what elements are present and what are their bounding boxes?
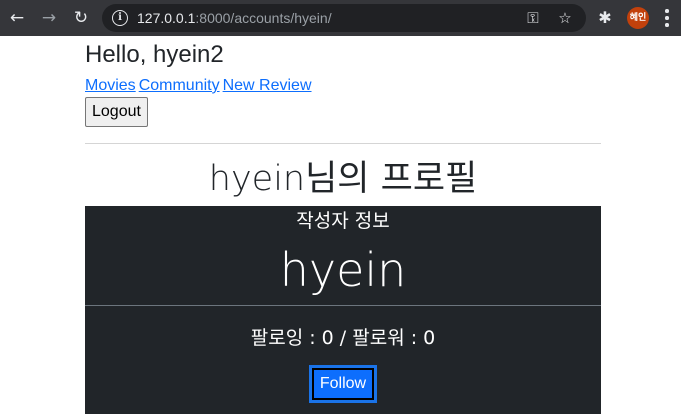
new-review-link[interactable]: New Review bbox=[223, 77, 312, 94]
back-arrow-icon[interactable]: ← bbox=[5, 6, 29, 30]
profile-card: 작성자 정보 hyein 팔로잉 : 0 / 팔로워 : 0 Follow bbox=[85, 206, 601, 414]
section-label: 작성자 정보 bbox=[296, 210, 390, 232]
url-text[interactable]: 127.0.0.1:8000/accounts/hyein/ bbox=[137, 9, 332, 27]
star-icon[interactable]: ☆ bbox=[555, 8, 575, 28]
follow-button[interactable]: Follow bbox=[309, 365, 377, 403]
address-bar[interactable]: i 127.0.0.1:8000/accounts/hyein/ ⚿ ☆ bbox=[102, 4, 586, 32]
browser-toolbar: ← → ↻ i 127.0.0.1:8000/accounts/hyein/ ⚿… bbox=[0, 0, 681, 36]
site-info-icon[interactable]: i bbox=[112, 10, 128, 26]
forward-arrow-icon[interactable]: → bbox=[37, 6, 61, 30]
follow-stats: 팔로잉 : 0 / 팔로워 : 0 bbox=[250, 327, 436, 349]
divider bbox=[85, 143, 601, 144]
puzzle-icon[interactable]: ✱ bbox=[594, 7, 616, 29]
logout-button[interactable]: Logout bbox=[85, 97, 148, 127]
card-divider bbox=[85, 305, 601, 306]
more-vert-icon[interactable] bbox=[660, 8, 674, 28]
greeting-heading: Hello, hyein2 bbox=[85, 41, 224, 68]
profile-avatar[interactable]: 혜인 bbox=[627, 7, 649, 29]
reload-icon[interactable]: ↻ bbox=[69, 6, 93, 30]
community-link[interactable]: Community bbox=[139, 77, 220, 94]
profile-username: hyein bbox=[279, 243, 407, 297]
page-title: hyein님의 프로필 bbox=[208, 159, 478, 199]
movies-link[interactable]: Movies bbox=[85, 77, 136, 94]
page-content: Hello, hyein2 Movies Community New Review … bbox=[85, 36, 601, 414]
nav-links: Movies Community New Review bbox=[85, 76, 315, 96]
key-icon[interactable]: ⚿ bbox=[523, 8, 543, 28]
